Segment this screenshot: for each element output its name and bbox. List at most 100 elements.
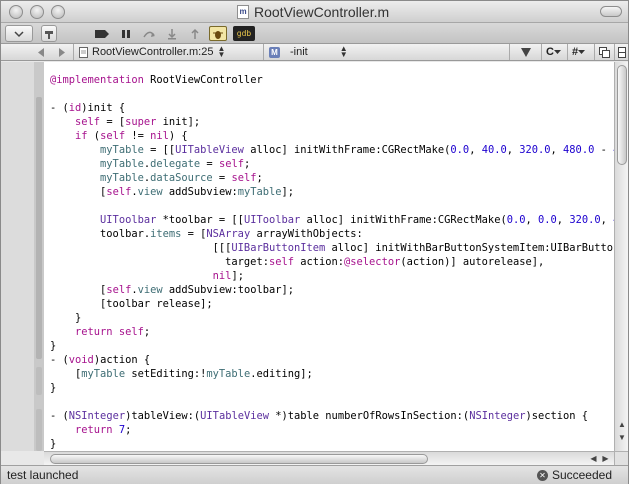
back-button[interactable] (35, 44, 47, 60)
forward-button[interactable] (56, 44, 68, 60)
code-line[interactable]: [[[UIBarButtonItem alloc] initWithBarBut… (50, 241, 614, 255)
bookmarks-button[interactable] (515, 44, 537, 60)
breakpoint-toggle-button[interactable] (93, 26, 111, 41)
code-line[interactable]: } (50, 437, 614, 451)
pause-button[interactable] (117, 26, 135, 41)
step-over-icon (143, 31, 155, 37)
code-token: addSubview: (162, 186, 238, 198)
chevron-left-icon (37, 47, 44, 57)
code-token: action: (293, 256, 345, 268)
build-result[interactable]: ✕ Succeeded (536, 468, 612, 482)
code-line[interactable]: - (NSInteger)tableView:(UITableView *)ta… (50, 409, 614, 423)
code-line[interactable]: UIToolbar *toolbar = [[UIToolbar alloc] … (50, 213, 614, 227)
build-result-label: Succeeded (551, 468, 612, 482)
code-token: *toolbar = [[ (156, 214, 244, 226)
build-button[interactable] (41, 25, 57, 42)
code-line[interactable] (50, 395, 614, 409)
counterpart-icon (599, 46, 610, 58)
code-line[interactable]: [self.view addSubview:myTable]; (50, 185, 614, 199)
zoom-window-button[interactable] (51, 5, 65, 19)
code-line[interactable]: [self.view addSubview:toolbar]; (50, 283, 614, 297)
chevron-down-icon (14, 30, 24, 37)
fold-region-marker[interactable] (36, 367, 42, 395)
fold-region-marker[interactable] (36, 97, 42, 359)
split-editor-button[interactable] (618, 44, 626, 60)
step-into-button[interactable] (163, 26, 181, 41)
class-hierarchy-popup[interactable]: C (546, 44, 561, 60)
includes-popup[interactable]: # (572, 44, 586, 60)
code-token: 0.0 (538, 214, 557, 226)
debugger-window-button[interactable] (209, 26, 227, 41)
code-line[interactable]: myTable = [[UITableView alloc] initWithF… (50, 143, 614, 157)
code-token: self (75, 116, 101, 128)
document-icon (79, 46, 88, 58)
fold-region-marker[interactable] (36, 409, 42, 451)
code-line[interactable]: @implementation RootViewController (50, 73, 614, 87)
vertical-scrollbar[interactable]: ▲ ▼ (614, 62, 628, 451)
code-line[interactable]: - (void)action { (50, 353, 614, 367)
gdb-console-button[interactable]: gdb (233, 26, 255, 41)
code-line[interactable]: } (50, 339, 614, 353)
scroll-down-arrow[interactable]: ▼ (616, 432, 628, 443)
code-token: .editing]; (250, 368, 313, 380)
code-token: ; (125, 424, 132, 436)
code-line[interactable]: } (50, 381, 614, 395)
code-token: , (469, 144, 482, 156)
code-line[interactable]: if (self != nil) { (50, 129, 614, 143)
code-line[interactable]: self = [super init]; (50, 115, 614, 129)
code-token: - (594, 144, 614, 156)
horizontal-scrollbar[interactable]: ◀ ▶ (44, 451, 614, 465)
scroll-up-arrow[interactable]: ▲ (616, 419, 628, 430)
code-token: view (137, 186, 163, 198)
code-line[interactable]: - (id)init { (50, 101, 614, 115)
step-out-button[interactable] (186, 26, 204, 41)
toolbar-toggle-button[interactable] (600, 6, 622, 17)
code-token: self (106, 284, 132, 296)
code-token: init]; (156, 116, 201, 128)
code-line[interactable] (50, 87, 614, 101)
code-line[interactable]: myTable.delegate = self; (50, 157, 614, 171)
code-token: ]; (281, 186, 295, 198)
close-window-button[interactable] (9, 5, 23, 19)
popup-arrows-icon: ▲ ▼ (217, 44, 226, 59)
vertical-scroll-thumb[interactable] (617, 65, 627, 165)
code-token: )action { (93, 354, 151, 366)
scroll-left-arrow[interactable]: ◀ (588, 453, 599, 465)
code-token: myTable (100, 144, 144, 156)
code-token: myTable (237, 186, 282, 198)
code-token: NSArray (206, 228, 251, 240)
code-token: 0.0 (450, 144, 470, 156)
class-popup-label: C (546, 46, 554, 58)
minimize-window-button[interactable] (30, 5, 44, 19)
counterpart-button[interactable] (599, 44, 610, 60)
step-over-button[interactable] (140, 26, 158, 41)
code-editor[interactable]: @implementation RootViewController - (id… (44, 62, 614, 451)
code-token: [ (50, 186, 107, 198)
source-code[interactable]: @implementation RootViewController - (id… (50, 73, 614, 451)
code-line[interactable]: target:self action:@selector(action)] au… (50, 255, 614, 269)
code-line[interactable]: } (50, 311, 614, 325)
horizontal-scroll-thumb[interactable] (50, 454, 428, 464)
step-into-icon (168, 28, 176, 39)
code-line[interactable]: toolbar.items = [NSArray arrayWithObject… (50, 227, 614, 241)
code-line[interactable]: myTable.dataSource = self; (50, 171, 614, 185)
code-line[interactable]: return self; (50, 325, 614, 339)
code-line[interactable]: [myTable setEditing:!myTable.editing]; (50, 367, 614, 381)
code-token: } (50, 312, 82, 324)
method-popup[interactable]: M -init ▲ ▼ (269, 44, 348, 60)
code-line[interactable]: return 7; (50, 423, 614, 437)
toolbar-menu-button[interactable] (5, 25, 33, 42)
code-token: self (268, 256, 294, 268)
chevron-down-icon (553, 49, 561, 54)
file-history-popup[interactable]: RootViewController.m:25 ▲ ▼ (79, 44, 226, 60)
scroll-right-arrow[interactable]: ▶ (600, 453, 611, 465)
code-token: RootViewController (143, 74, 263, 86)
code-line[interactable] (50, 199, 614, 213)
code-line[interactable]: nil]; (50, 269, 614, 283)
code-line[interactable]: [toolbar release]; (50, 297, 614, 311)
code-token: dataSource (150, 172, 213, 184)
